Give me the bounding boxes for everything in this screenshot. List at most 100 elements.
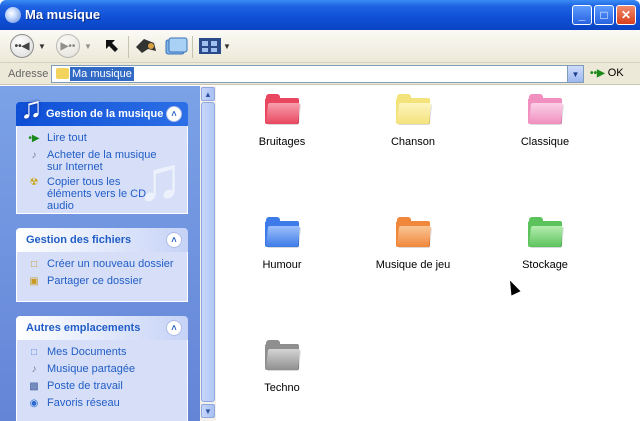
scroll-thumb[interactable] <box>201 102 215 402</box>
go-button[interactable]: ••▶ OK <box>590 67 624 79</box>
play-icon: •▶ <box>28 133 40 144</box>
panel-header[interactable]: Gestion des fichiers ˄ <box>16 228 188 252</box>
folder-icon <box>528 94 564 124</box>
toolbar-separator <box>128 36 129 58</box>
cd-burn-icon: ☢ <box>29 177 39 188</box>
panel-header[interactable]: Autres emplacements ˄ <box>16 316 188 340</box>
panel-body: □ Mes Documents ♪ Musique partagée ▩ Pos… <box>16 340 188 421</box>
panel-body: ♫ •▶ Lire tout ♪ Acheter de la musique s… <box>16 126 188 214</box>
task-pane: ♫ Gestion de la musique ˄ ♫ •▶ Lire tout… <box>0 86 200 421</box>
task-share-folder[interactable]: ▣ Partager ce dossier <box>27 275 183 289</box>
folder-item[interactable]: Bruitages <box>227 94 337 148</box>
music-note-icon: ♫ <box>20 92 43 125</box>
scroll-down-button[interactable]: ▼ <box>201 404 215 418</box>
chevron-down-icon[interactable]: ▼ <box>223 42 231 51</box>
task-label: Lire tout <box>47 132 87 144</box>
network-icon: ◉ <box>29 398 39 409</box>
panel-title: Gestion de la musique <box>46 108 164 120</box>
toolbar: ••◀ ▼ ▶•• ▼ ▼ <box>0 30 640 63</box>
close-button[interactable]: ✕ <box>616 5 636 25</box>
search-icon <box>136 39 156 53</box>
folder-label: Musique de jeu <box>375 259 451 271</box>
panel-body: □ Créer un nouveau dossier ▣ Partager ce… <box>16 252 188 302</box>
panel-title: Autres emplacements <box>26 322 141 334</box>
folder-icon <box>396 94 432 124</box>
address-bar: Adresse Ma musique ▼ ••▶ OK <box>0 63 640 85</box>
forward-button[interactable]: ▶•• ▼ <box>56 34 92 58</box>
window-title: Ma musique <box>25 7 101 22</box>
folder-icon <box>265 217 301 247</box>
minimize-button[interactable]: _ <box>572 5 592 25</box>
folder-icon <box>265 340 301 370</box>
chevron-down-icon: ▼ <box>204 406 212 416</box>
place-my-computer[interactable]: ▩ Poste de travail <box>27 380 183 394</box>
window-icon[interactable] <box>5 7 21 23</box>
toolbar-separator <box>192 36 193 58</box>
search-button[interactable] <box>134 34 158 58</box>
folder-item[interactable]: Chanson <box>358 94 468 148</box>
chevron-down-icon: ▼ <box>571 69 580 79</box>
task-new-folder[interactable]: □ Créer un nouveau dossier <box>27 258 183 272</box>
shared-music-icon: ♪ <box>31 364 37 375</box>
folder-label: Humour <box>262 259 302 271</box>
place-shared-music[interactable]: ♪ Musique partagée <box>27 363 183 377</box>
panel-title: Gestion des fichiers <box>26 234 132 246</box>
chevron-down-icon[interactable]: ▼ <box>84 42 92 51</box>
folder-icon <box>396 217 432 247</box>
chevron-down-icon[interactable]: ▼ <box>38 42 46 51</box>
address-label: Adresse <box>8 68 49 80</box>
folder-item[interactable]: Techno <box>227 340 337 394</box>
music-note-watermark-icon: ♫ <box>136 145 184 214</box>
computer-icon: ▩ <box>29 381 39 392</box>
folder-item[interactable]: Classique <box>490 94 600 148</box>
views-icon <box>199 38 221 54</box>
address-dropdown-button[interactable]: ▼ <box>567 66 583 82</box>
task-pane-scrollbar[interactable]: ▲ ▼ <box>200 86 216 421</box>
folder-icon <box>528 217 564 247</box>
folder-label: Bruitages <box>258 136 306 148</box>
address-input[interactable]: Ma musique ▼ <box>51 65 584 83</box>
music-shop-icon: ♪ <box>31 150 37 161</box>
folder-label: Chanson <box>390 136 436 148</box>
task-label: Favoris réseau <box>47 397 120 409</box>
forward-arrow-icon: ▶•• <box>56 34 80 58</box>
views-button[interactable]: ▼ <box>198 34 231 58</box>
go-arrow-icon: ••▶ <box>590 67 605 79</box>
place-network[interactable]: ◉ Favoris réseau <box>27 397 183 411</box>
back-button[interactable]: ••◀ ▼ <box>10 34 46 58</box>
task-label: Partager ce dossier <box>47 275 143 287</box>
task-label: Poste de travail <box>47 380 123 392</box>
new-folder-icon: □ <box>30 259 38 270</box>
collapse-icon[interactable]: ˄ <box>166 106 182 122</box>
place-my-documents[interactable]: □ Mes Documents <box>27 346 183 360</box>
chevron-up-icon: ▲ <box>204 89 212 99</box>
panel-other-places: Autres emplacements ˄ □ Mes Documents ♪ … <box>16 316 188 421</box>
task-play-all[interactable]: •▶ Lire tout <box>27 132 183 146</box>
folder-item[interactable]: Stockage <box>490 217 600 271</box>
folder-icon <box>56 68 69 79</box>
folder-label: Stockage <box>522 259 568 271</box>
share-folder-icon: ▣ <box>29 276 39 287</box>
folder-icon <box>265 94 301 124</box>
collapse-icon[interactable]: ˄ <box>166 232 182 248</box>
collapse-icon[interactable]: ˄ <box>166 320 182 336</box>
folder-label: Classique <box>520 136 570 148</box>
up-arrow-icon <box>106 40 118 52</box>
maximize-button[interactable]: □ <box>594 5 614 25</box>
folders-button[interactable] <box>164 34 188 58</box>
task-label: Mes Documents <box>47 346 127 358</box>
panel-music-tasks: ♫ Gestion de la musique ˄ ♫ •▶ Lire tout… <box>16 92 188 214</box>
up-button[interactable] <box>103 34 121 58</box>
folder-view[interactable]: Bruitages Chanson Classique Humour Musiq… <box>216 86 640 421</box>
panel-header[interactable]: ♫ Gestion de la musique ˄ <box>16 92 188 126</box>
title-bar[interactable]: Ma musique _ □ ✕ <box>0 0 640 30</box>
folder-item[interactable]: Musique de jeu <box>358 217 468 271</box>
panel-file-tasks: Gestion des fichiers ˄ □ Créer un nouvea… <box>16 228 188 302</box>
task-label: Créer un nouveau dossier <box>47 258 174 270</box>
folders-icon <box>165 37 188 55</box>
address-value[interactable]: Ma musique <box>70 67 134 81</box>
scroll-up-button[interactable]: ▲ <box>201 87 215 101</box>
go-label: OK <box>607 67 624 79</box>
task-label: Musique partagée <box>47 363 136 375</box>
folder-item[interactable]: Humour <box>227 217 337 271</box>
